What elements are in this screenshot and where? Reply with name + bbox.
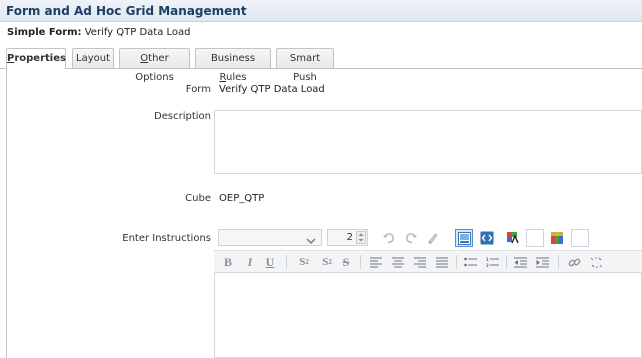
- svg-text:2: 2: [486, 263, 489, 268]
- align-center-icon[interactable]: [390, 254, 406, 270]
- toolbar-separator: [360, 255, 361, 269]
- tab-business-rules[interactable]: Business Rules: [195, 48, 271, 83]
- form-header-prefix: Simple Form:: [7, 27, 82, 38]
- redo-icon[interactable]: [402, 229, 420, 247]
- unlink-icon[interactable]: [588, 254, 604, 270]
- toolbar-separator: [456, 255, 457, 269]
- rich-text-mode-icon[interactable]: [455, 229, 473, 247]
- tab-business-rules-label: ules: [226, 72, 247, 83]
- tab-other-options[interactable]: Other Options: [119, 48, 190, 83]
- instructions-editor[interactable]: [214, 272, 642, 358]
- font-size-value: 2: [346, 232, 353, 243]
- form-header-name: Verify QTP Data Load: [84, 27, 191, 38]
- strikethrough-icon[interactable]: S: [338, 254, 354, 270]
- align-right-icon[interactable]: [412, 254, 428, 270]
- italic-icon[interactable]: I: [242, 254, 258, 270]
- font-family-select[interactable]: [218, 229, 322, 246]
- tab-layout[interactable]: Layout: [72, 48, 114, 68]
- format-toolbar: B I U S2 S2 S 12: [214, 250, 642, 272]
- undo-icon[interactable]: [380, 229, 398, 247]
- toolbar-separator: [506, 255, 507, 269]
- underline-icon[interactable]: U: [262, 254, 278, 270]
- description-textarea[interactable]: [214, 110, 642, 174]
- tab-business-rules-label-pre: Business: [210, 53, 256, 64]
- font-size-spinner[interactable]: 2: [327, 229, 368, 246]
- form-value: Verify QTP Data Load: [219, 84, 325, 95]
- tab-divider: [0, 68, 642, 69]
- window-title: Form and Ad Hoc Grid Management: [6, 4, 247, 18]
- tab-properties-label: roperties: [14, 53, 66, 64]
- bold-icon[interactable]: B: [220, 254, 236, 270]
- tab-smart-push[interactable]: Smart Push: [276, 48, 334, 83]
- background-color-swatch[interactable]: [571, 229, 589, 247]
- tab-layout-label: Layout: [76, 53, 110, 64]
- align-left-icon[interactable]: [368, 254, 384, 270]
- text-color-swatch[interactable]: [526, 229, 544, 247]
- tab-properties[interactable]: Properties: [6, 48, 66, 69]
- toolbar-separator: [286, 255, 287, 269]
- spinner-arrows-icon[interactable]: [356, 231, 366, 244]
- background-color-icon[interactable]: [548, 229, 566, 247]
- instructions-label: Enter Instructions: [122, 233, 211, 244]
- link-icon[interactable]: [566, 254, 582, 270]
- form-label: Form: [185, 84, 211, 95]
- title-bar: Form and Ad Hoc Grid Management: [0, 0, 642, 22]
- outdent-icon[interactable]: [512, 254, 528, 270]
- indent-icon[interactable]: [534, 254, 550, 270]
- text-color-icon[interactable]: [504, 229, 522, 247]
- chevron-down-icon: [306, 234, 316, 247]
- tab-other-options-accesskey: O: [140, 53, 149, 64]
- toolbar-separator: [558, 255, 559, 269]
- cube-value: OEP_QTP: [219, 193, 265, 204]
- description-label: Description: [154, 111, 211, 122]
- cube-label: Cube: [185, 193, 211, 204]
- superscript-icon[interactable]: S2: [317, 254, 337, 270]
- source-code-icon[interactable]: [478, 229, 496, 247]
- numbered-list-icon[interactable]: 12: [484, 254, 500, 270]
- svg-text:1: 1: [486, 257, 489, 262]
- bullet-list-icon[interactable]: [462, 254, 478, 270]
- form-header: Simple Form: Verify QTP Data Load: [7, 27, 191, 38]
- align-justify-icon[interactable]: [434, 254, 450, 270]
- panel-left-border: [6, 68, 7, 358]
- subscript-icon[interactable]: S2: [294, 254, 314, 270]
- eraser-icon[interactable]: [424, 229, 442, 247]
